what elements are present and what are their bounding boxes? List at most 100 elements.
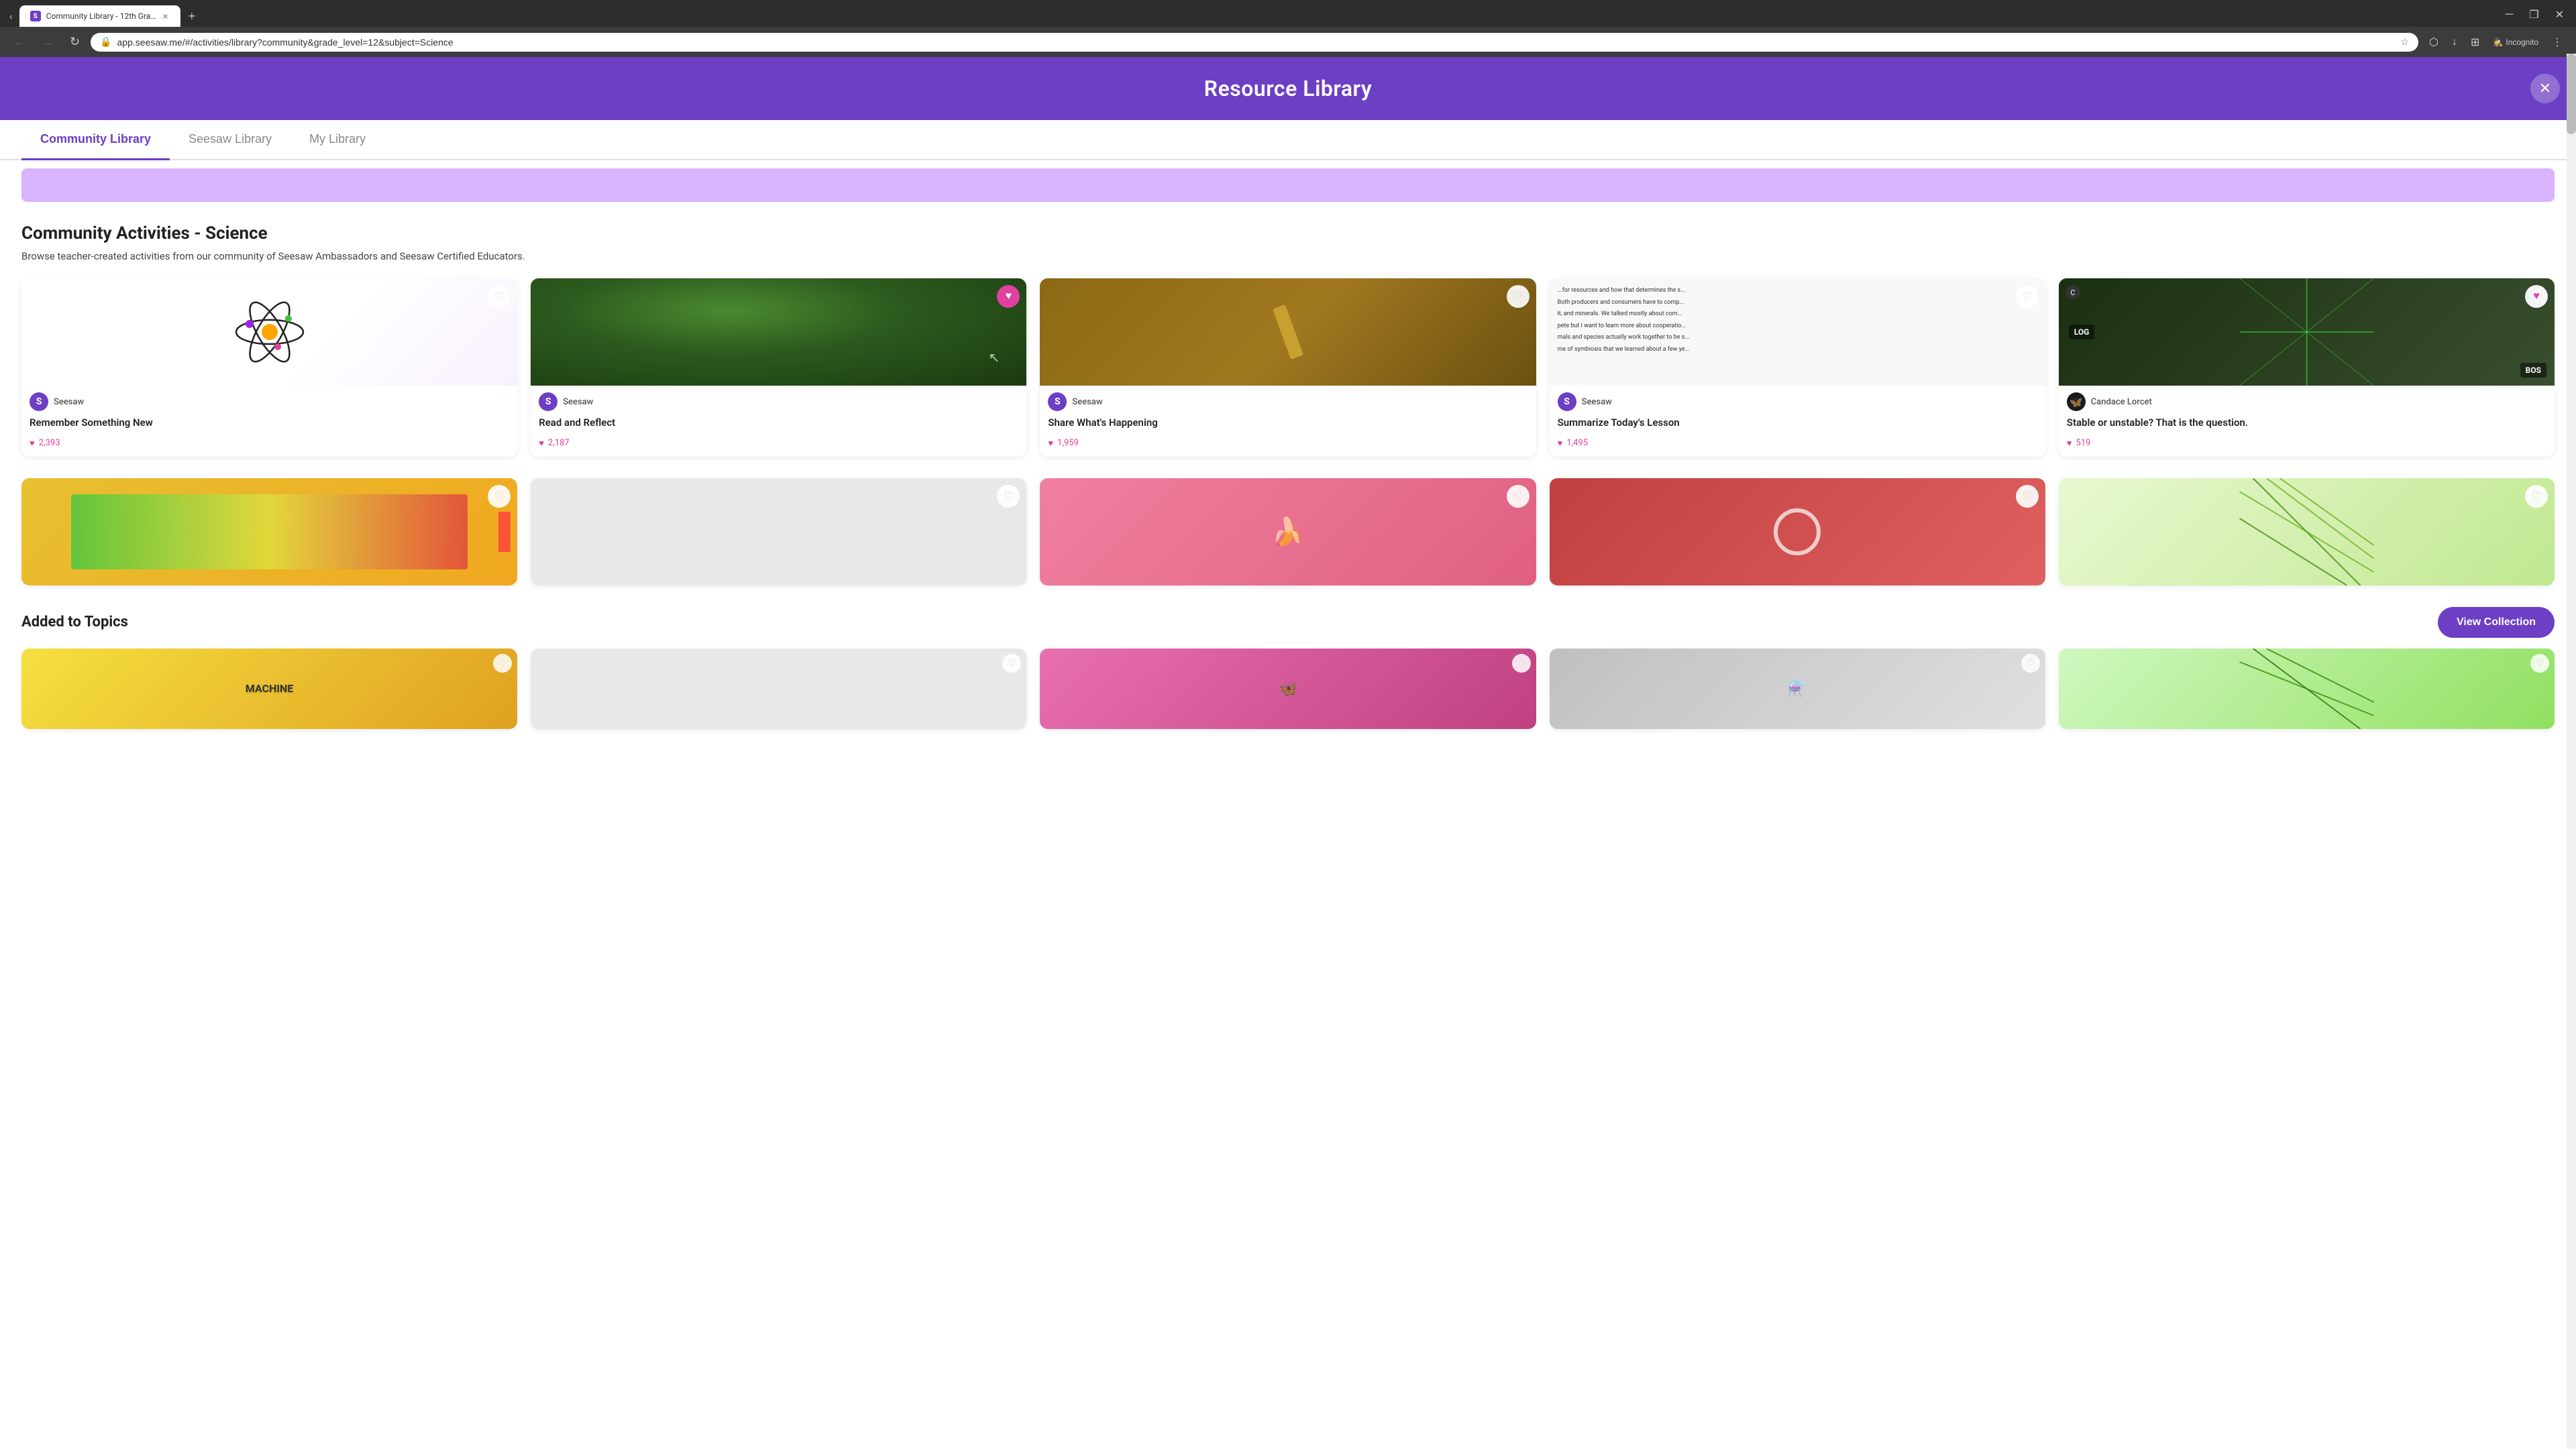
tab-title: Community Library - 12th Grad...: [46, 11, 156, 21]
tab-history-btn[interactable]: ‹: [5, 8, 17, 24]
tab-bar: ‹ S Community Library - 12th Grad... × +…: [0, 0, 2576, 27]
incognito-icon: 🕵: [2493, 38, 2503, 47]
bottom-like-btn-1[interactable]: ♡: [493, 654, 512, 673]
card-title-share: Share What's Happening: [1040, 414, 1536, 435]
maximize-btn[interactable]: ❐: [2522, 7, 2545, 23]
heart-icon-stable: ♥: [2067, 438, 2072, 449]
food-emoji: 🍌: [1271, 516, 1305, 547]
like-btn-remember[interactable]: ♡: [488, 285, 511, 308]
added-to-topics-title: Added to Topics: [21, 614, 128, 630]
tab-layout-btn[interactable]: ⊞: [2465, 33, 2485, 52]
address-bar: ← → ↻ 🔒 ☆ ⬡ ↓ ⊞ 🕵 Incognito ⋮: [0, 27, 2576, 57]
library-tabs: Community Library Seesaw Library My Libr…: [0, 120, 2576, 160]
activity-card-stable[interactable]: LOG BOS ♥ C: [2059, 278, 2555, 457]
scrollbar-thumb[interactable]: [2567, 54, 2576, 134]
menu-btn[interactable]: ⋮: [2546, 33, 2568, 52]
bar-indicator: [498, 512, 511, 552]
card-img-pink: 🍌 ♡: [1040, 478, 1536, 585]
atom-svg: [229, 292, 310, 372]
browser-tab[interactable]: S Community Library - 12th Grad... ×: [19, 5, 180, 27]
filter-banner[interactable]: [21, 168, 2555, 202]
bottom-card-1[interactable]: MACHINE ♡: [21, 649, 517, 729]
card-likes-share: ♥ 1,959: [1040, 435, 1536, 457]
refresh-btn[interactable]: ↻: [64, 32, 85, 52]
grid-lines: [2059, 278, 2555, 386]
tab-seesaw-library[interactable]: Seesaw Library: [170, 120, 290, 160]
activity-card-remember[interactable]: ♡ S Seesaw Remember Something New ♥ 2,39…: [21, 278, 517, 457]
card-title-remember: Remember Something New: [21, 414, 517, 435]
bottom-like-btn-3[interactable]: ♡: [1512, 654, 1531, 673]
bottom-card-3[interactable]: 🦋 ♡: [1040, 649, 1536, 729]
like-btn-empty2[interactable]: ♡: [997, 485, 1020, 508]
card-img-lines: ♡: [2059, 478, 2555, 585]
card-likes-stable: ♥ 519: [2059, 435, 2555, 457]
activity-card-read[interactable]: ♥ ↖ S Seesaw Read and Reflect ♥ 2,187: [531, 278, 1026, 457]
address-input[interactable]: [117, 37, 2396, 48]
card-image-atom: ♡: [21, 278, 517, 386]
card-title-stable: Stable or unstable? That is the question…: [2059, 414, 2555, 435]
second-row-card-1[interactable]: ♡: [21, 478, 517, 585]
activity-card-share[interactable]: ♡ S Seesaw Share What's Happening ♥ 1,95…: [1040, 278, 1536, 457]
bottom-card-img-4: ⚗️ ♡: [1550, 649, 2045, 729]
second-row-card-5[interactable]: ♡: [2059, 478, 2555, 585]
author-name-seesaw2: Seesaw: [563, 397, 593, 407]
second-row-card-4[interactable]: ♡: [1550, 478, 2045, 585]
author-name-seesaw3: Seesaw: [1072, 397, 1102, 407]
tab-my-library[interactable]: My Library: [290, 120, 384, 160]
activity-grid: ♡ S Seesaw Remember Something New ♥ 2,39…: [21, 278, 2555, 457]
toolbar-icons: ⬡ ↓ ⊞ 🕵 Incognito ⋮: [2424, 33, 2568, 52]
like-btn-summarize[interactable]: ♡: [2016, 285, 2039, 308]
author-avatar-seesaw4: S: [1558, 392, 1576, 411]
bookmark-icon[interactable]: ☆: [2400, 37, 2409, 48]
downloads-btn[interactable]: ↓: [2447, 34, 2463, 51]
circle-shape: [1774, 508, 1821, 555]
card-likes-summarize: ♥ 1,495: [1550, 435, 2045, 457]
card-author-read: S Seesaw: [531, 386, 1026, 414]
second-row-card-3[interactable]: 🍌 ♡: [1040, 478, 1536, 585]
card-author-stable: 🦋 Candace Lorcet: [2059, 386, 2555, 414]
minimize-btn[interactable]: ─: [2499, 7, 2520, 23]
bottom-like-btn-2[interactable]: ♡: [1002, 654, 1021, 673]
card-img-yellow: ♡: [21, 478, 517, 585]
address-input-wrap[interactable]: 🔒 ☆: [91, 33, 2418, 52]
like-btn-share[interactable]: ♡: [1507, 285, 1529, 308]
like-btn-stable[interactable]: ♥: [2525, 285, 2548, 308]
browser-chrome: ‹ S Community Library - 12th Grad... × +…: [0, 0, 2576, 57]
close-window-btn[interactable]: ✕: [2548, 7, 2571, 23]
tab-close-btn[interactable]: ×: [161, 11, 169, 21]
second-row-card-2[interactable]: ♡: [531, 478, 1026, 585]
close-library-btn[interactable]: ✕: [2530, 74, 2560, 103]
bottom-like-btn-4[interactable]: ♡: [2021, 654, 2040, 673]
scrollbar-track[interactable]: [2567, 54, 2576, 1449]
card-title-read: Read and Reflect: [531, 414, 1026, 435]
new-tab-btn[interactable]: +: [183, 7, 201, 26]
card-likes-remember: ♥ 2,393: [21, 435, 517, 457]
bottom-card-img-5: ♡: [2059, 649, 2555, 729]
activity-card-summarize[interactable]: ...for resources and how that determines…: [1550, 278, 2045, 457]
like-btn-lines[interactable]: ♡: [2525, 485, 2548, 508]
second-row-grid: ♡ ♡ 🍌 ♡ ♡: [21, 478, 2555, 585]
card-likes-read: ♥ 2,187: [531, 435, 1026, 457]
bottom-card-5[interactable]: ♡: [2059, 649, 2555, 729]
forward-btn[interactable]: →: [36, 32, 59, 52]
view-collection-btn[interactable]: View Collection: [2438, 607, 2555, 638]
bottom-card-img-machine: MACHINE ♡: [21, 649, 517, 729]
creator-badge: C: [2065, 285, 2080, 300]
like-btn-pink[interactable]: ♡: [1507, 485, 1529, 508]
card-image-lab: ♡: [1040, 278, 1536, 386]
heart-icon-read: ♥: [539, 438, 544, 449]
main-content: Community Activities - Science Browse te…: [0, 202, 2576, 750]
resource-header: Resource Library ✕: [0, 57, 2576, 120]
back-btn[interactable]: ←: [8, 32, 31, 52]
bottom-like-btn-5[interactable]: ♡: [2530, 654, 2549, 673]
like-btn-yellow[interactable]: ♡: [488, 485, 511, 508]
tab-favicon: S: [30, 11, 41, 21]
bottom-card-4[interactable]: ⚗️ ♡: [1550, 649, 2045, 729]
like-btn-circuit[interactable]: ♡: [2016, 485, 2039, 508]
extensions-btn[interactable]: ⬡: [2424, 33, 2444, 52]
card-img-circuit: ♡: [1550, 478, 2045, 585]
tab-community-library[interactable]: Community Library: [21, 120, 170, 160]
bottom-card-2[interactable]: ♡: [531, 649, 1026, 729]
incognito-btn[interactable]: 🕵 Incognito: [2487, 35, 2544, 50]
section-title: Community Activities - Science: [21, 223, 2555, 243]
